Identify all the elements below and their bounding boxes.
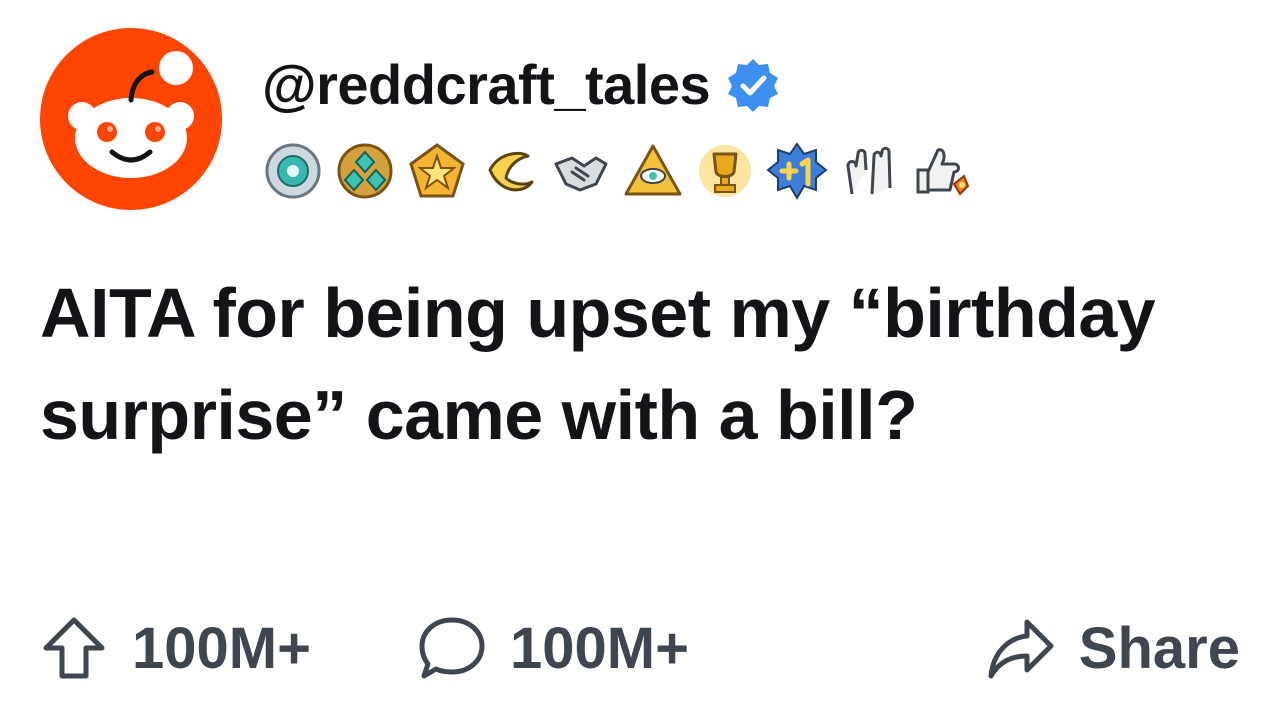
award-badges <box>262 140 972 202</box>
share-button[interactable]: Share <box>987 608 1240 688</box>
comment-bubble-icon <box>419 617 485 679</box>
gold-trophy-icon <box>699 145 751 197</box>
thumbs-up-rocket-icon <box>916 148 970 196</box>
silver-medal-icon <box>265 143 321 199</box>
upvote-count: 100M+ <box>132 615 311 681</box>
comment-count: 100M+ <box>510 615 689 681</box>
handshake-icon <box>554 156 608 192</box>
upvote-button[interactable]: 100M+ <box>40 608 311 688</box>
reddit-avatar-icon <box>40 28 222 210</box>
post-author[interactable]: @reddcraft_tales <box>262 56 782 114</box>
post-title[interactable]: AITA for being upset my “birthday surpri… <box>40 262 1260 466</box>
clapping-hands-icon <box>846 146 892 195</box>
banana-icon <box>488 151 534 192</box>
upvote-arrow-icon <box>43 617 105 679</box>
post-actions: 100M+ 100M+ Share <box>40 608 1240 688</box>
comment-button[interactable]: 100M+ <box>418 608 689 688</box>
share-arrow-icon <box>988 619 1054 679</box>
plus-one-icon <box>766 142 828 200</box>
share-label: Share <box>1078 615 1240 681</box>
star-pentagon-icon <box>409 143 465 198</box>
gem-cluster-icon <box>337 143 393 199</box>
verified-check-icon <box>728 59 779 112</box>
eye-pyramid-icon <box>624 144 682 196</box>
username-text: @reddcraft_tales <box>262 53 711 116</box>
